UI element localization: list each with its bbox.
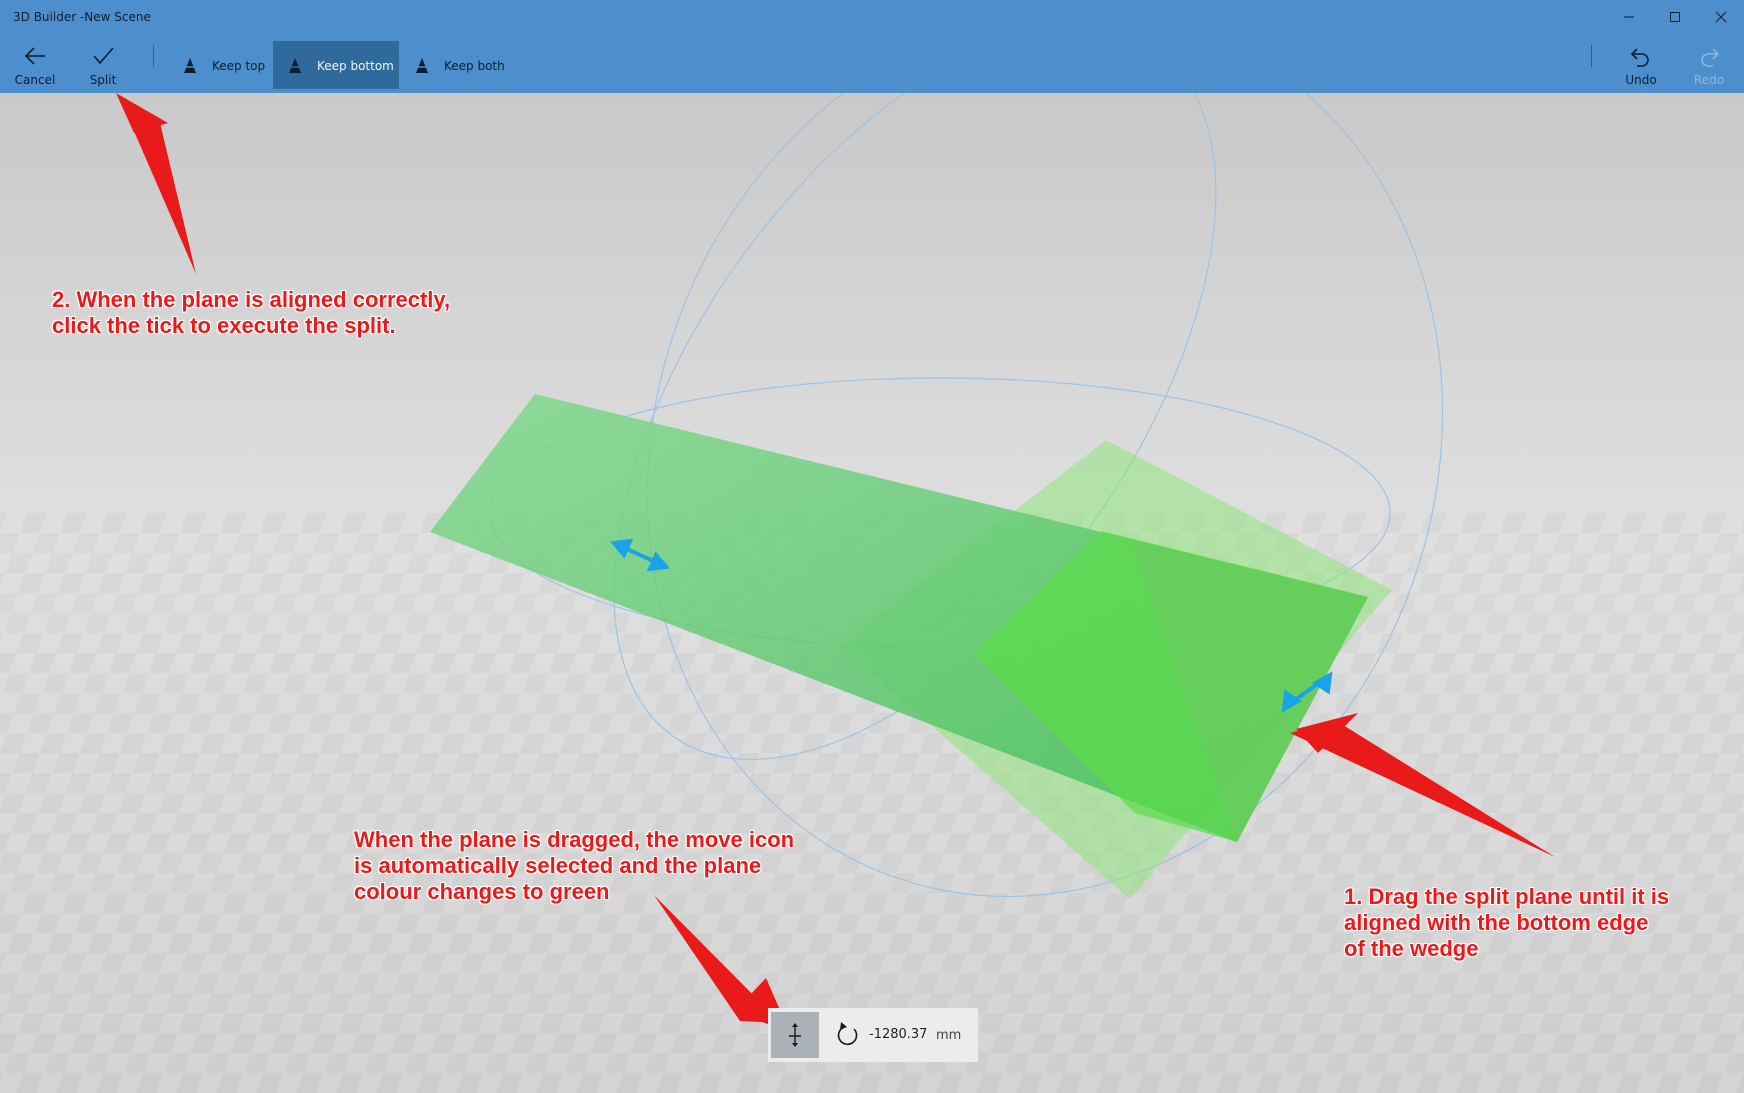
toolbar-divider [153,45,154,67]
keep-both-label: Keep both [444,59,505,73]
unit-label: mm [936,1028,962,1043]
checkmark-icon [93,47,114,65]
keep-top-icon [182,58,198,73]
back-arrow-icon [24,47,45,65]
transform-panel: -1280.37 mm [768,1008,978,1062]
close-button[interactable] [1698,0,1744,33]
split-button[interactable]: Split [76,33,130,93]
keep-both-icon [414,58,430,73]
undo-label: Undo [1625,73,1657,87]
keep-bottom-label: Keep bottom [317,59,394,73]
toolbar-divider-right [1591,45,1592,67]
cancel-button[interactable]: Cancel [8,33,62,93]
undo-icon [1630,48,1649,67]
maximize-icon [1670,12,1680,22]
split-label: Split [89,73,117,87]
keep-bottom-icon [287,58,303,73]
move-icon [789,1023,801,1047]
keep-top-button[interactable]: Keep top [168,41,274,89]
minimize-icon [1624,16,1634,18]
move-tool-button[interactable] [771,1012,819,1058]
redo-icon [1701,48,1720,67]
redo-label: Redo [1693,73,1725,87]
minimize-button[interactable] [1606,0,1652,33]
maximize-button[interactable] [1652,0,1698,33]
title-bar: 3D Builder -New Scene [0,0,1744,33]
annotation-drag-instruction: 1. Drag the split plane until it is alig… [1344,884,1670,961]
redo-button[interactable]: Redo [1682,33,1736,93]
close-icon [1715,11,1727,23]
offset-value[interactable]: -1280.37 [869,1027,927,1042]
rotate-tool-button[interactable] [824,1012,872,1058]
keep-both-button[interactable]: Keep both [400,41,512,89]
keep-bottom-button[interactable]: Keep bottom [273,41,399,89]
split-toolbar: Cancel Split Keep top Keep bottom Keep b… [0,33,1744,93]
rotate-icon [837,1022,858,1046]
keep-top-label: Keep top [212,59,266,73]
cancel-label: Cancel [14,73,56,87]
undo-button[interactable]: Undo [1614,33,1668,93]
annotation-move-info: When the plane is dragged, the move icon… [354,827,795,904]
annotation-split-instruction: 2. When the plane is aligned correctly, … [52,287,451,338]
window-title: 3D Builder -New Scene [13,10,151,24]
